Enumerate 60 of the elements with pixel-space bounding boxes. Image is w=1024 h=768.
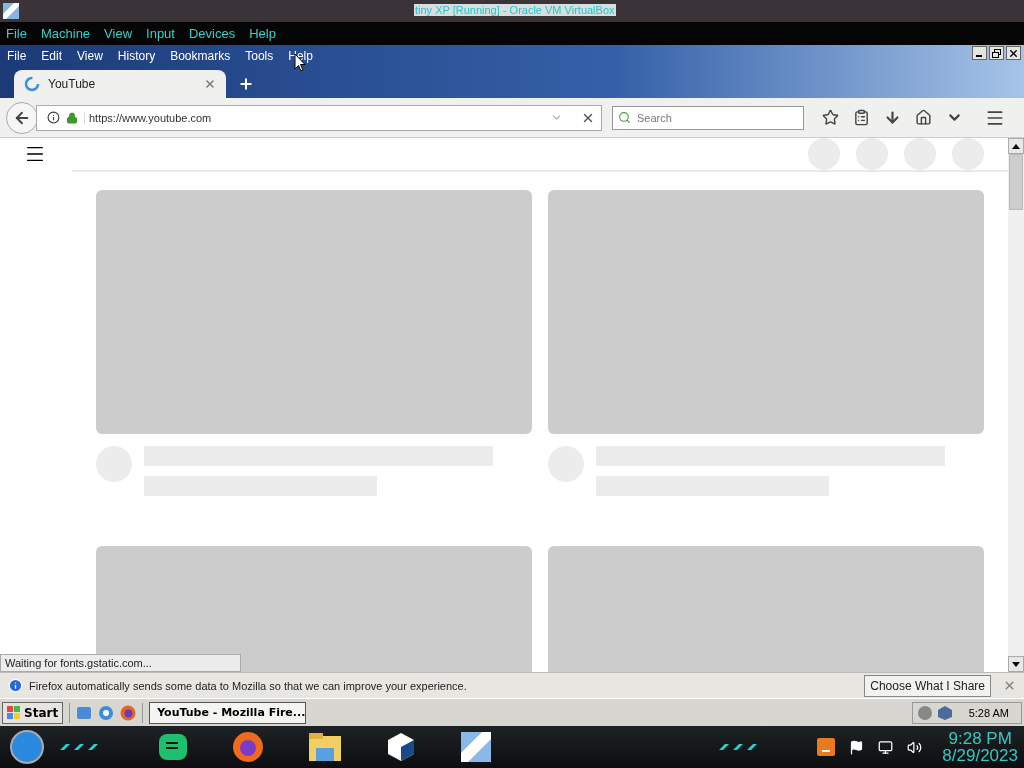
browser-logo-icon: [120, 704, 137, 721]
scroll-down-icon[interactable]: [1008, 656, 1024, 672]
close-icon: [1008, 47, 1019, 59]
menu-item[interactable]: Input: [146, 26, 175, 41]
address-bar[interactable]: https://www.youtube.com: [36, 104, 602, 131]
loading-spinner-icon: [24, 76, 40, 92]
info-icon: [8, 678, 23, 693]
minimize-button[interactable]: [972, 46, 987, 60]
flag-icon[interactable]: [849, 739, 865, 755]
xp-logo-icon[interactable]: [460, 731, 492, 763]
search-icon: [618, 110, 631, 124]
download-icon[interactable]: [884, 109, 901, 126]
restore-icon: [992, 48, 1001, 58]
scrollbar[interactable]: [1008, 138, 1024, 672]
menu-item[interactable]: History: [117, 49, 156, 63]
status-text: Waiting for fonts.gstatic.com...: [0, 654, 241, 672]
ie-icon[interactable]: [98, 704, 115, 721]
star-icon[interactable]: [822, 109, 839, 126]
virtualbox-logo-icon: [2, 2, 20, 20]
lock-icon: [66, 111, 78, 124]
browser-tab[interactable]: YouTube: [14, 70, 226, 98]
menu-item[interactable]: Devices: [188, 26, 236, 41]
start-button[interactable]: Start: [2, 701, 64, 724]
close-tab-icon[interactable]: [204, 78, 216, 90]
chat-app-icon[interactable]: [158, 732, 188, 762]
clock-time: 9:28 PM: [948, 730, 1012, 747]
folder-icon[interactable]: [308, 732, 342, 762]
cube-icon[interactable]: [386, 732, 416, 762]
home-icon[interactable]: [915, 109, 932, 126]
network-icon[interactable]: [878, 739, 894, 755]
windows-logo-icon: [7, 705, 21, 720]
clock-date: 8/29/2023: [942, 747, 1018, 764]
new-tab-icon[interactable]: [238, 76, 254, 92]
menu-item[interactable]: View: [77, 49, 103, 63]
close-button[interactable]: [1006, 46, 1021, 60]
window-title: tiny XP [Running] - Oracle VM VirtualBox: [414, 4, 616, 16]
clock-time: 5:28 AM: [968, 706, 1009, 719]
start-orb-icon[interactable]: [10, 730, 44, 764]
close-icon[interactable]: [1003, 679, 1016, 692]
menu-item[interactable]: File: [6, 26, 27, 41]
info-icon[interactable]: [47, 111, 60, 124]
scroll-up-icon[interactable]: [1008, 138, 1024, 154]
menu-item[interactable]: Help: [249, 26, 276, 41]
restore-button[interactable]: [989, 46, 1004, 60]
menu-item[interactable]: Tools: [245, 49, 274, 63]
scroll-thumb[interactable]: [1009, 154, 1023, 210]
back-button[interactable]: [6, 101, 38, 134]
volume-icon[interactable]: [907, 739, 923, 755]
menu-item[interactable]: Bookmarks: [170, 49, 231, 63]
task-button[interactable]: YouTube - Mozilla Fire...: [149, 701, 307, 724]
menu-item[interactable]: View: [104, 26, 133, 41]
clipboard-icon[interactable]: [853, 109, 870, 126]
search-field[interactable]: Search: [612, 105, 804, 130]
menu-item[interactable]: Machine: [40, 26, 91, 41]
notification-bar: Firefox automatically sends some data to Mozilla so that we can improve your experience. Choose What I Share: [0, 672, 1024, 698]
java-icon[interactable]: [817, 738, 836, 756]
menu-item[interactable]: Edit: [41, 49, 63, 63]
browser-app-icon[interactable]: [232, 731, 264, 763]
choose-share-button[interactable]: Choose What I Share: [864, 674, 991, 697]
menu-item[interactable]: File: [7, 49, 27, 63]
